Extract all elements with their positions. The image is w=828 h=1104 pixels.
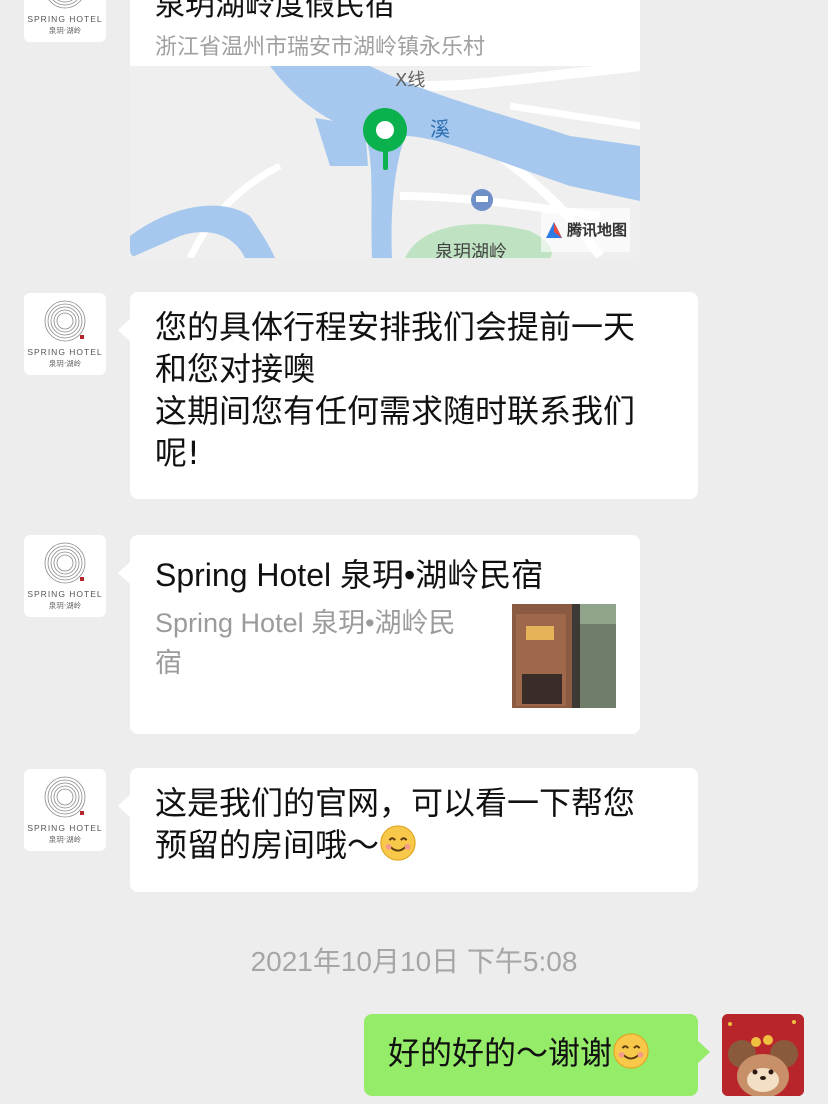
smile-emoji-icon bbox=[380, 825, 416, 861]
spring-hotel-logo-icon bbox=[44, 300, 86, 342]
sender-avatar[interactable]: SPRING HOTEL 泉玥·湖岭 bbox=[24, 0, 106, 42]
message-line: 这期间您有任何需求随时联系我们 bbox=[155, 392, 636, 430]
spring-hotel-logo-icon bbox=[44, 542, 86, 584]
bubble-tail bbox=[118, 794, 131, 818]
location-title: 泉玥湖岭度假民宿 bbox=[155, 0, 395, 23]
avatar-brand: SPRING HOTEL bbox=[27, 823, 103, 833]
smile-emoji-icon bbox=[613, 1033, 649, 1069]
message-line: 预留的房间哦～ bbox=[155, 824, 674, 866]
message-line: 和您对接噢 bbox=[155, 350, 316, 388]
spring-hotel-logo-icon bbox=[44, 776, 86, 818]
message-line: 这是我们的官网，可以看一下帮您 bbox=[155, 784, 636, 822]
avatar-sub: 泉玥·湖岭 bbox=[48, 359, 82, 368]
sender-avatar[interactable]: SPRING HOTEL 泉玥·湖岭 bbox=[24, 769, 106, 851]
bubble-tail bbox=[697, 1040, 710, 1064]
avatar-sub: 泉玥·湖岭 bbox=[48, 26, 82, 35]
tencent-map-logo-icon bbox=[545, 222, 562, 238]
message-bubble[interactable]: 这是我们的官网，可以看一下帮您 预留的房间哦～ bbox=[118, 768, 698, 892]
avatar-sub: 泉玥·湖岭 bbox=[48, 601, 82, 610]
map-road-label: X线 bbox=[395, 70, 425, 91]
map-place-label: 泉玥湖岭 bbox=[435, 242, 507, 258]
sender-avatar[interactable]: SPRING HOTEL 泉玥·湖岭 bbox=[24, 535, 106, 617]
my-message-bubble[interactable]: 好的好的～谢谢 bbox=[364, 1014, 710, 1096]
location-pin-icon bbox=[363, 108, 407, 170]
my-avatar[interactable] bbox=[722, 1014, 804, 1096]
location-card[interactable]: 泉玥湖岭度假民宿 浙江省温州市瑞安市湖岭镇永乐村 X线 溪 泉玥湖岭 腾讯地图 bbox=[130, 0, 640, 258]
message-line: 您的具体行程安排我们会提前一天 bbox=[155, 308, 636, 346]
link-description: Spring Hotel 泉玥•湖岭民 宿 bbox=[155, 603, 495, 683]
spring-hotel-logo-icon bbox=[48, 0, 82, 9]
sender-avatar[interactable]: SPRING HOTEL 泉玥·湖岭 bbox=[24, 293, 106, 375]
message-bubble[interactable]: 您的具体行程安排我们会提前一天 和您对接噢 这期间您有任何需求随时联系我们 呢! bbox=[118, 292, 698, 499]
avatar-brand: SPRING HOTEL bbox=[27, 347, 103, 357]
link-title: Spring Hotel 泉玥•湖岭民宿 bbox=[155, 557, 544, 593]
bubble-tail bbox=[118, 318, 131, 342]
message-line: 呢! bbox=[155, 434, 200, 472]
link-thumbnail-image bbox=[512, 604, 616, 708]
map-river-label: 溪 bbox=[430, 117, 450, 141]
chat-timestamp: 2021年10月10日 下午5:08 bbox=[250, 946, 578, 977]
map-provider: 腾讯地图 bbox=[540, 208, 630, 252]
avatar-sub: 泉玥·湖岭 bbox=[48, 835, 82, 844]
link-card[interactable]: Spring Hotel 泉玥•湖岭民宿 Spring Hotel 泉玥•湖岭民… bbox=[118, 535, 640, 734]
avatar-brand: SPRING HOTEL bbox=[27, 589, 103, 599]
cartoon-mouse-avatar-icon bbox=[722, 1014, 804, 1096]
location-map[interactable]: X线 溪 泉玥湖岭 腾讯地图 bbox=[130, 66, 640, 258]
location-address: 浙江省温州市瑞安市湖岭镇永乐村 bbox=[155, 35, 486, 60]
bubble-tail bbox=[118, 561, 131, 585]
link-desc-line: Spring Hotel 泉玥•湖岭民 bbox=[155, 608, 456, 638]
message-text: 预留的房间哦～ bbox=[155, 826, 380, 864]
my-message-text: 好的好的～谢谢 bbox=[388, 1034, 613, 1072]
avatar-brand: SPRING HOTEL bbox=[27, 14, 103, 24]
map-provider-label: 腾讯地图 bbox=[566, 221, 627, 239]
link-desc-line: 宿 bbox=[155, 648, 182, 678]
